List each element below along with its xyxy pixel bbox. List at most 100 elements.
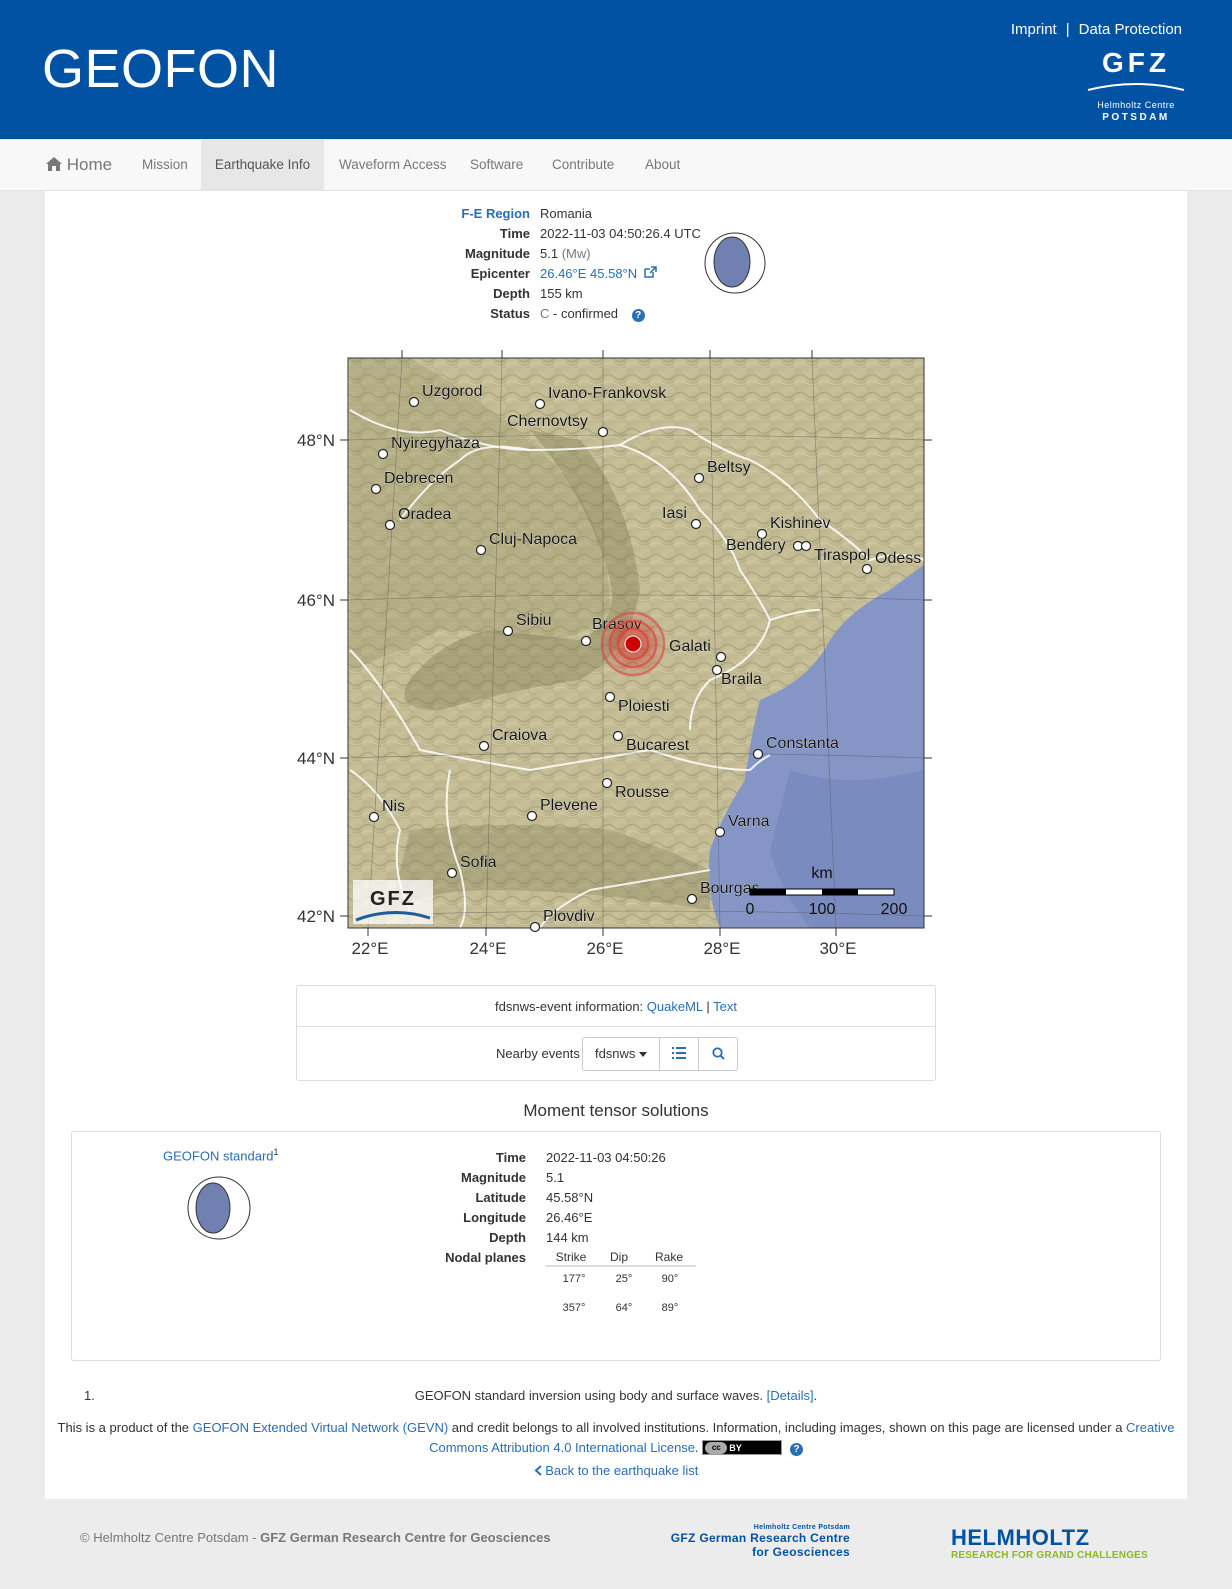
lat-label-42: 42°N bbox=[297, 907, 335, 926]
nav-contribute[interactable]: Contribute bbox=[552, 140, 614, 190]
status-help-icon[interactable]: ? bbox=[631, 309, 645, 322]
chevron-left-icon bbox=[534, 1465, 542, 1476]
city-dot bbox=[446, 867, 458, 879]
city-dot bbox=[384, 519, 396, 531]
nav-software[interactable]: Software bbox=[470, 140, 523, 190]
nav-earthquake-info[interactable]: Earthquake Info bbox=[201, 140, 324, 190]
city-label: Sofia bbox=[460, 854, 497, 871]
mt-beachball[interactable] bbox=[186, 1175, 252, 1241]
home-icon bbox=[46, 157, 62, 171]
fdsnws-dropdown[interactable]: fdsnws bbox=[582, 1037, 660, 1071]
nodal-row-1: 177° 25° 90° bbox=[546, 1273, 696, 1293]
lon-label-26: 26°E bbox=[586, 939, 623, 958]
main-nav: Home Mission Earthquake Info Waveform Ac… bbox=[0, 139, 1232, 191]
license-help-icon[interactable]: ? bbox=[789, 1443, 803, 1456]
gfz-header-logo[interactable]: GFZ Helmholtz Centre POTSDAM bbox=[1080, 48, 1192, 124]
gfz-logo-text: GFZ bbox=[1102, 48, 1170, 78]
external-link-icon[interactable] bbox=[644, 266, 657, 278]
city-dot bbox=[861, 563, 873, 575]
nodal-header-strike: Strike bbox=[555, 1250, 587, 1264]
scale-0: 0 bbox=[746, 901, 755, 918]
site-header: GEOFON Imprint | Data Protection GFZ Helmh… bbox=[0, 0, 1232, 139]
nodal-row-2: 357° 64° 89° bbox=[546, 1302, 696, 1322]
depth-value: 155 km bbox=[540, 286, 583, 301]
event-beachball[interactable] bbox=[703, 231, 767, 295]
credit-t1: This is a product of the bbox=[57, 1420, 190, 1435]
city-dot bbox=[502, 625, 514, 637]
lat-label-44: 44°N bbox=[297, 749, 335, 768]
cc-badge-by: BY bbox=[729, 1443, 742, 1453]
nearby-events-label: Nearby events bbox=[496, 1046, 580, 1061]
time-label: Time bbox=[499, 226, 530, 241]
city-dot bbox=[478, 740, 490, 752]
city-label: Bucarest bbox=[626, 737, 690, 754]
city-label: Nyiregyhaza bbox=[391, 435, 480, 452]
link-separator: | bbox=[1065, 21, 1070, 38]
city-dot bbox=[408, 396, 420, 408]
city-label: Plevene bbox=[540, 797, 598, 814]
city-label: Constanta bbox=[766, 735, 839, 752]
back-to-list-link[interactable]: Back to the earthquake list bbox=[534, 1463, 699, 1478]
city-dot bbox=[714, 826, 726, 838]
epicenter-link[interactable]: 26.46°E 45.58°N bbox=[540, 266, 637, 281]
city-dot bbox=[686, 893, 698, 905]
back-link-label: Back to the earthquake list bbox=[545, 1463, 699, 1478]
map-gfz-text: GFZ bbox=[370, 888, 416, 910]
footer-copy-prefix: © Helmholtz Centre Potsdam - bbox=[80, 1530, 257, 1545]
city-dot bbox=[370, 483, 382, 495]
city-dot bbox=[690, 518, 702, 530]
nodal-header-dip: Dip bbox=[609, 1250, 628, 1264]
cc-by-badge[interactable]: cc BY bbox=[702, 1440, 783, 1455]
search-button[interactable] bbox=[698, 1037, 738, 1071]
nav-about[interactable]: About bbox=[645, 140, 680, 190]
fdsn-sep: | bbox=[706, 999, 710, 1014]
footer-gfz-line1: GFZ German Research Centre bbox=[670, 1531, 850, 1545]
top-links: Imprint | Data Protection bbox=[1011, 21, 1182, 38]
depth-label: Depth bbox=[493, 286, 530, 301]
city-label: Iasi bbox=[662, 505, 687, 522]
mt-magnitude-label: Magnitude bbox=[461, 1170, 526, 1185]
fdsnws-dropdown-label: fdsnws bbox=[594, 1046, 636, 1061]
city-dot bbox=[580, 635, 592, 647]
city-dot bbox=[368, 811, 380, 823]
cc-badge-cc: cc bbox=[705, 1442, 728, 1454]
search-icon bbox=[711, 1047, 725, 1060]
city-label: Varna bbox=[728, 813, 770, 830]
moment-tensor-box bbox=[71, 1131, 1161, 1361]
data-protection-link[interactable]: Data Protection bbox=[1079, 21, 1182, 38]
text-link[interactable]: Text bbox=[713, 999, 737, 1014]
imprint-link[interactable]: Imprint bbox=[1011, 21, 1057, 38]
footer-helmholtz-logo[interactable]: HELMHOLTZ RESEARCH FOR GRAND CHALLENGES bbox=[951, 1526, 1148, 1562]
back-link-row: Back to the earthquake list bbox=[0, 1463, 1232, 1478]
fdsn-info-row: fdsnws-event information: QuakeML | Text bbox=[297, 986, 935, 1027]
mt-source-link[interactable]: GEOFON standard bbox=[163, 1148, 274, 1163]
footer-gfz-logo[interactable]: Helmholtz Centre Potsdam GFZ German Rese… bbox=[650, 1524, 850, 1559]
details-link[interactable]: [Details] bbox=[767, 1388, 814, 1403]
city-label: Cluj-Napoca bbox=[489, 531, 577, 548]
footer-copy-bold: GFZ German Research Centre for Geoscienc… bbox=[260, 1530, 551, 1545]
quakeml-link[interactable]: QuakeML bbox=[647, 999, 703, 1014]
city-dot bbox=[752, 748, 764, 760]
nav-home[interactable]: Home bbox=[46, 140, 112, 190]
scale-100: 100 bbox=[809, 901, 836, 918]
mt-longitude-label: Longitude bbox=[463, 1210, 526, 1225]
city-dot bbox=[377, 448, 389, 460]
scale-200: 200 bbox=[881, 901, 908, 918]
nav-waveform-access[interactable]: Waveform Access bbox=[339, 140, 447, 190]
mt-time-label: Time bbox=[495, 1150, 526, 1165]
nav-mission[interactable]: Mission bbox=[142, 140, 188, 190]
mt-footnote-mark[interactable]: 1 bbox=[274, 1147, 279, 1157]
nodal-cell: 177° bbox=[562, 1273, 586, 1285]
site-brand[interactable]: GEOFON bbox=[42, 38, 279, 100]
mt-nodal-label: Nodal planes bbox=[445, 1250, 526, 1265]
fdsn-box: fdsnws-event information: QuakeML | Text… bbox=[296, 985, 936, 1081]
lon-label-28: 28°E bbox=[703, 939, 740, 958]
fe-region-label[interactable]: F-E Region bbox=[380, 206, 530, 221]
nodal-header-row: Strike Dip Rake bbox=[546, 1247, 696, 1267]
gfz-logo-line2: POTSDAM bbox=[1102, 112, 1170, 123]
city-label: Tiraspol bbox=[814, 547, 870, 564]
footer-helm-tagline: RESEARCH FOR GRAND CHALLENGES bbox=[951, 1550, 1148, 1561]
list-view-button[interactable] bbox=[659, 1037, 699, 1071]
gevn-link[interactable]: GEOFON Extended Virtual Network (GEVN) bbox=[193, 1420, 449, 1435]
mt-time-value: 2022-11-03 04:50:26 bbox=[546, 1150, 666, 1165]
